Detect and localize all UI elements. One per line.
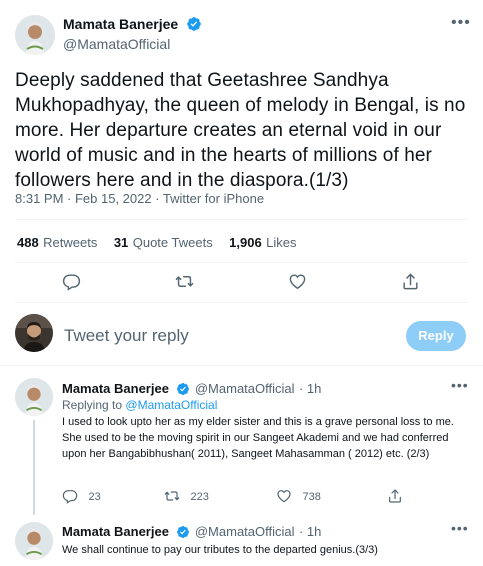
reply-author-handle[interactable]: @MamataOfficial — [195, 381, 295, 396]
more-options-icon[interactable]: ••• — [451, 520, 469, 536]
more-options-icon[interactable]: ••• — [451, 14, 471, 32]
retweet-count: 223 — [190, 491, 209, 503]
reply-author-name[interactable]: Mamata Banerjee — [62, 381, 169, 396]
retweets-count: 488 — [17, 235, 39, 250]
divider — [15, 219, 468, 220]
avatar-photo — [15, 15, 55, 55]
avatar-photo — [15, 378, 53, 416]
share-icon[interactable] — [387, 487, 403, 505]
author-avatar[interactable] — [15, 15, 55, 55]
reply-time[interactable]: · 1h — [299, 524, 321, 539]
likes-count: 1,906 — [229, 235, 262, 250]
share-icon[interactable] — [401, 272, 420, 296]
reply-author-name[interactable]: Mamata Banerjee — [62, 524, 169, 539]
like-icon — [277, 490, 291, 503]
quote-label: Quote Tweets — [132, 235, 213, 250]
author-handle[interactable]: @MamataOfficial — [63, 36, 202, 52]
tweet-timestamp[interactable]: 8:31 PM · Feb 15, 2022 · Twitter for iPh… — [15, 191, 264, 206]
reply-icon — [62, 490, 78, 504]
reply-text: We shall continue to pay our tributes to… — [62, 544, 378, 556]
reply-icon[interactable] — [62, 272, 81, 296]
reply-author-avatar[interactable] — [15, 378, 53, 416]
author-name[interactable]: Mamata Banerjee — [63, 16, 178, 32]
reply-count: 23 — [88, 491, 101, 503]
verified-badge-icon — [177, 383, 190, 395]
reply-1-retweets[interactable]: 223 — [164, 487, 209, 505]
quote-count: 31 — [113, 235, 129, 250]
author-block: Mamata Banerjee @MamataOfficial — [63, 16, 202, 52]
retweets-label: Retweets — [43, 235, 98, 250]
thread-connector — [33, 420, 35, 515]
user-avatar-photo — [15, 314, 53, 352]
reply-text: I used to look upto her as my elder sist… — [62, 416, 454, 460]
quote-tweets-stat[interactable]: 31 Quote Tweets — [114, 234, 217, 251]
like-icon[interactable] — [288, 272, 307, 296]
like-count: 738 — [302, 491, 321, 503]
reply-button[interactable]: Reply — [406, 321, 466, 351]
reply-input[interactable]: Tweet your reply — [64, 326, 189, 346]
retweet-icon[interactable] — [175, 272, 194, 296]
verified-badge-icon — [186, 17, 201, 31]
retweet-icon — [164, 491, 180, 501]
divider — [0, 365, 483, 366]
likes-stat[interactable]: 1,906 Likes — [229, 234, 296, 251]
user-avatar[interactable] — [15, 314, 53, 352]
reply-1-replies[interactable]: 23 — [62, 487, 101, 505]
reply-1-header: Mamata Banerjee @MamataOfficial · 1h — [62, 380, 321, 398]
stats-row: 488 Retweets 31 Quote Tweets 1,906 Likes — [17, 234, 297, 252]
reply-author-handle[interactable]: @MamataOfficial — [195, 524, 295, 539]
reply-time[interactable]: · 1h — [299, 381, 321, 396]
likes-label: Likes — [266, 235, 297, 250]
divider — [15, 262, 468, 263]
replying-to: Replying to @MamataOfficial — [62, 398, 217, 412]
reply-2-header: Mamata Banerjee @MamataOfficial · 1h — [62, 523, 321, 541]
more-options-icon[interactable]: ••• — [451, 377, 469, 393]
tweet-text: Deeply saddened that Geetashree Sandhya … — [15, 70, 466, 191]
divider — [15, 302, 468, 303]
replying-prefix: Replying to — [62, 398, 123, 412]
verified-badge-icon — [177, 526, 190, 538]
retweets-stat[interactable]: 488 Retweets — [17, 234, 102, 251]
replying-to-handle[interactable]: @MamataOfficial — [125, 398, 217, 412]
avatar-photo — [15, 522, 53, 560]
reply-author-avatar[interactable] — [15, 522, 53, 560]
reply-1-likes[interactable]: 738 — [276, 487, 321, 505]
